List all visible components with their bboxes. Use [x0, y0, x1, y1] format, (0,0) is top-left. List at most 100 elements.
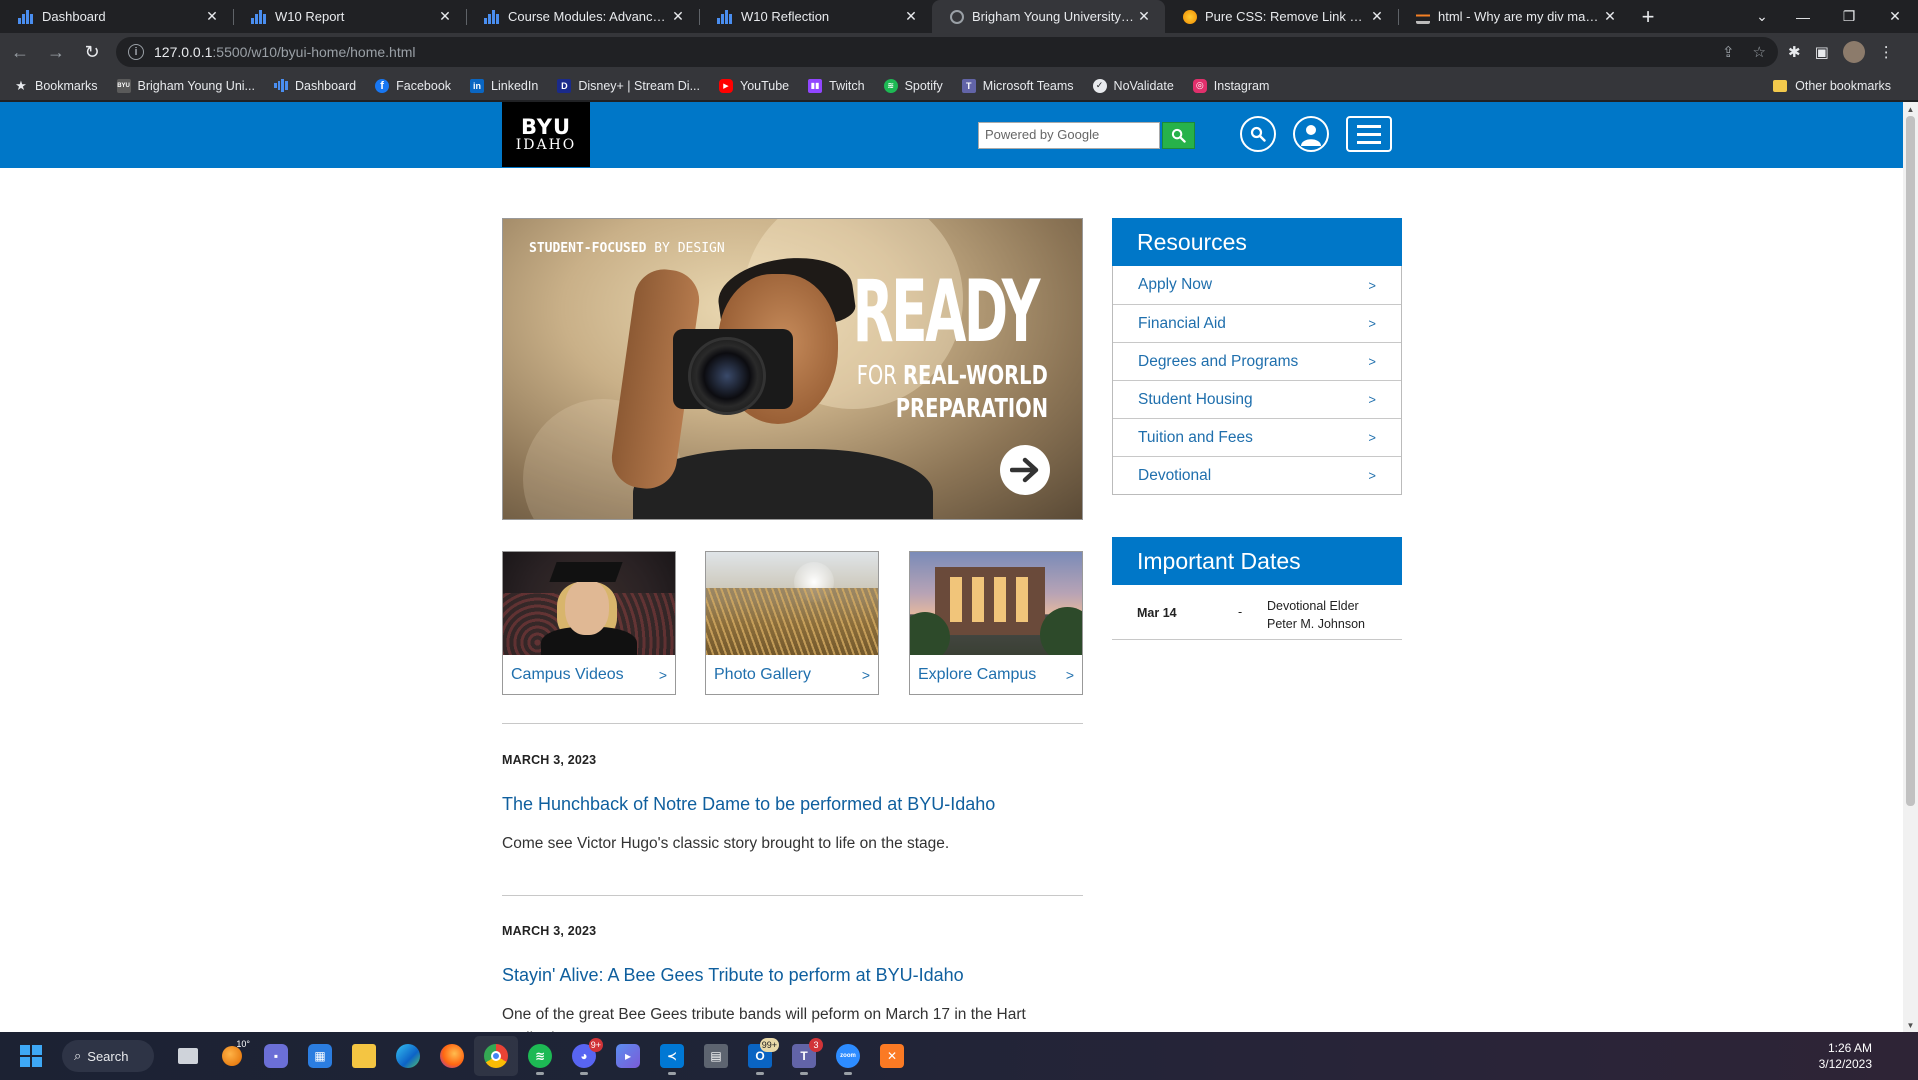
task-view-icon[interactable] [166, 1036, 210, 1076]
share-icon[interactable]: ⇪ [1722, 43, 1735, 61]
card-photo-gallery[interactable]: Photo Gallery > [705, 551, 879, 695]
profile-avatar[interactable] [1842, 41, 1865, 63]
kebab-menu-icon[interactable]: ⋮ [1879, 43, 1894, 61]
bookmark-star-icon[interactable]: ☆ [1753, 43, 1766, 61]
zoom-icon[interactable]: zoom [826, 1036, 870, 1076]
card-explore-campus[interactable]: Explore Campus > [909, 551, 1083, 695]
close-icon[interactable]: ✕ [436, 8, 454, 25]
page-scrollbar[interactable]: ▲ ▼ [1903, 102, 1918, 1032]
news-title-link[interactable]: Stayin' Alive: A Bee Gees Tribute to per… [502, 965, 964, 986]
bookmark-teams[interactable]: T Microsoft Teams [961, 78, 1074, 93]
bookmark-label: NoValidate [1113, 78, 1174, 93]
tab-dashboard[interactable]: Dashboard ✕ [0, 0, 233, 33]
bookmark-facebook[interactable]: f Facebook [375, 78, 451, 93]
search-submit-button[interactable] [1162, 122, 1195, 149]
resource-devotional[interactable]: Devotional > [1113, 456, 1401, 494]
tab-search-icon[interactable]: ⌄ [1744, 0, 1780, 33]
news-title-link[interactable]: The Hunchback of Notre Dame to be perfor… [502, 794, 995, 815]
close-icon[interactable]: ✕ [1368, 8, 1386, 25]
bookmark-label: YouTube [740, 78, 790, 93]
file-explorer-icon[interactable] [342, 1036, 386, 1076]
outlook-icon[interactable]: O 99+ [738, 1036, 782, 1076]
reload-icon[interactable]: ↻ [76, 36, 108, 68]
tab-byui[interactable]: Brigham Young University - Idaho ✕ [932, 0, 1165, 33]
resource-financial-aid[interactable]: Financial Aid > [1113, 304, 1401, 342]
bookmark-linkedin[interactable]: in LinkedIn [470, 78, 538, 93]
tab-w10-report[interactable]: W10 Report ✕ [233, 0, 466, 33]
tab-w10-reflection[interactable]: W10 Reflection ✕ [699, 0, 932, 33]
minimize-icon[interactable]: — [1780, 0, 1826, 33]
chrome-icon[interactable] [474, 1036, 518, 1076]
close-icon[interactable]: ✕ [1601, 8, 1619, 25]
resource-apply-now[interactable]: Apply Now > [1113, 266, 1401, 304]
edge-icon[interactable] [386, 1036, 430, 1076]
clock-date: 3/12/2023 [1818, 1057, 1872, 1071]
resource-housing[interactable]: Student Housing > [1113, 380, 1401, 418]
window-controls: ⌄ — ❐ ✕ [1744, 0, 1918, 33]
news-date: MARCH 3, 2023 [502, 753, 597, 767]
bookmark-bookmarks[interactable]: ★ Bookmarks [14, 78, 97, 93]
tab-course-modules[interactable]: Course Modules: Advanced CSS ✕ [466, 0, 699, 33]
windows-start-icon[interactable] [20, 1045, 42, 1067]
teams-icon: T [961, 78, 976, 93]
other-bookmarks[interactable]: Other bookmarks [1773, 71, 1891, 101]
bookmark-twitch[interactable]: ▮▮ Twitch [808, 78, 865, 93]
info-icon[interactable]: i [128, 44, 144, 60]
hero-headline: READY [852, 262, 1041, 362]
bookmark-byu[interactable]: BYU Brigham Young Uni... [116, 78, 255, 93]
copilot-icon[interactable]: ▸ [606, 1036, 650, 1076]
important-dates-heading: Important Dates [1112, 537, 1402, 585]
bookmark-instagram[interactable]: ◎ Instagram [1192, 78, 1269, 93]
spotify-icon[interactable]: ≋ [518, 1036, 562, 1076]
bookmark-youtube[interactable]: ▶ YouTube [719, 78, 790, 93]
side-panel-icon[interactable]: ▣ [1815, 43, 1829, 61]
close-icon[interactable]: ✕ [1135, 8, 1153, 25]
address-bar[interactable]: i 127.0.0.1:5500/w10/byui-home/home.html… [116, 37, 1778, 67]
bookmark-novalidate[interactable]: ✓ NoValidate [1092, 78, 1174, 93]
bookmark-spotify[interactable]: ≋ Spotify [883, 78, 943, 93]
spotify-icon: ≋ [883, 78, 898, 93]
bookmark-dashboard[interactable]: Dashboard [273, 79, 356, 93]
tab-title: html - Why are my div margins overlappin… [1438, 9, 1601, 24]
bookmark-disney[interactable]: D Disney+ | Stream Di... [557, 78, 700, 93]
forward-arrow-icon[interactable]: → [40, 36, 72, 68]
globe-icon [950, 9, 964, 24]
byu-idaho-logo[interactable]: BYU IDAHO [502, 102, 590, 167]
restore-icon[interactable]: ❐ [1826, 0, 1872, 33]
microsoft-store-icon[interactable]: ▦ [298, 1036, 342, 1076]
resource-tuition[interactable]: Tuition and Fees > [1113, 418, 1401, 456]
card-campus-videos[interactable]: Campus Videos > [502, 551, 676, 695]
tab-pure-css[interactable]: Pure CSS: Remove Link Properties ✕ [1165, 0, 1398, 33]
news-date: MARCH 3, 2023 [502, 924, 597, 938]
hero-arrow-button[interactable] [1000, 445, 1050, 495]
new-tab-button[interactable]: + [1631, 0, 1665, 33]
search-icon [1171, 128, 1186, 143]
back-arrow-icon[interactable]: ← [4, 36, 36, 68]
weather-icon[interactable]: 10° [210, 1036, 254, 1076]
scroll-up-icon[interactable]: ▲ [1903, 102, 1918, 116]
scrollbar-thumb[interactable] [1906, 116, 1915, 806]
close-icon[interactable]: ✕ [203, 8, 221, 25]
close-icon[interactable]: ✕ [669, 8, 687, 25]
site-search-input[interactable]: Powered by Google [978, 122, 1160, 149]
taskbar-search-button[interactable]: ⌕ Search [62, 1040, 154, 1072]
hamburger-menu-button[interactable] [1346, 116, 1392, 152]
close-icon[interactable]: ✕ [902, 8, 920, 25]
extensions-icon[interactable]: ✱ [1788, 43, 1801, 61]
header-account-button[interactable] [1293, 116, 1329, 152]
chat-icon[interactable]: ▪ [254, 1036, 298, 1076]
system-clock[interactable]: 1:26 AM 3/12/2023 [1819, 1040, 1872, 1072]
discord-icon[interactable]: ◕ 9+ [562, 1036, 606, 1076]
header-search-button[interactable] [1240, 116, 1276, 152]
firefox-icon[interactable] [430, 1036, 474, 1076]
teams-icon[interactable]: T3 [782, 1036, 826, 1076]
hero-banner[interactable]: STUDENT-FOCUSED BY DESIGN READY FOR REAL… [502, 218, 1083, 520]
scroll-down-icon[interactable]: ▼ [1903, 1018, 1918, 1032]
date-row: Mar 14 - Devotional Elder Peter M. Johns… [1112, 588, 1402, 640]
calculator-icon[interactable]: ▤ [694, 1036, 738, 1076]
tab-stackoverflow[interactable]: html - Why are my div margins overlappin… [1398, 0, 1631, 33]
xampp-icon[interactable]: ✕ [870, 1036, 914, 1076]
resource-degrees[interactable]: Degrees and Programs > [1113, 342, 1401, 380]
window-close-icon[interactable]: ✕ [1872, 0, 1918, 33]
vscode-icon[interactable]: ≺ [650, 1036, 694, 1076]
